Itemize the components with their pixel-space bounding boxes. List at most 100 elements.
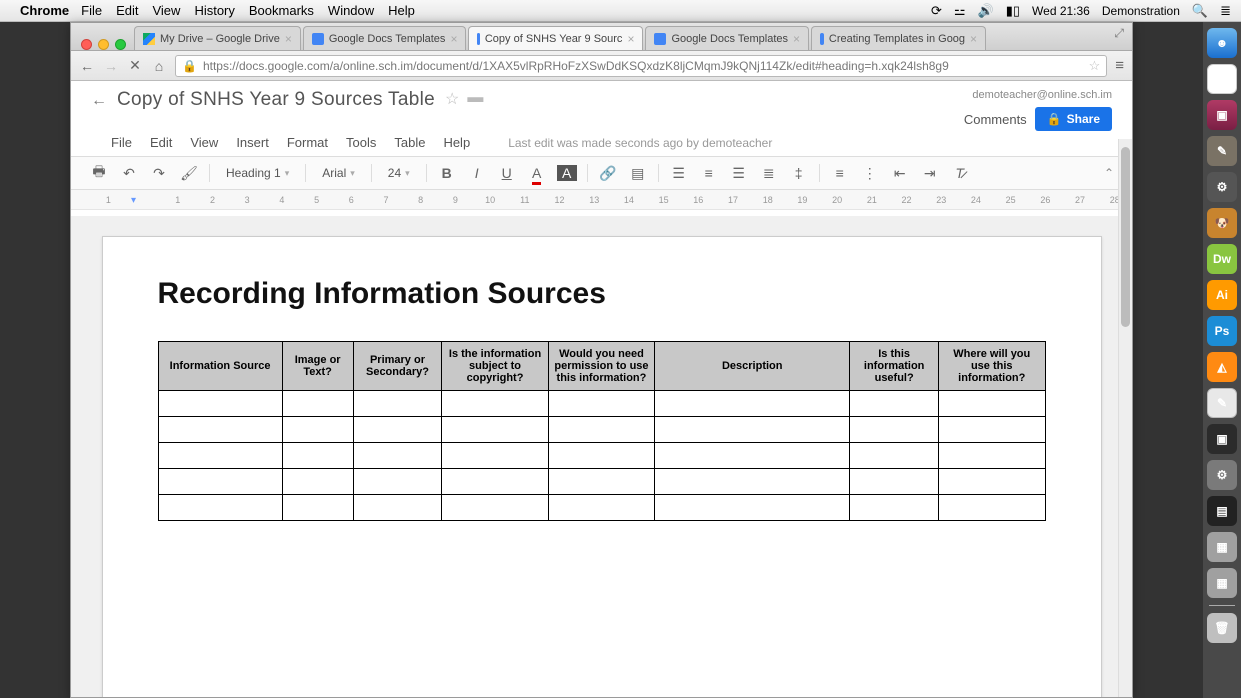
browser-tab[interactable]: Google Docs Templates× [303,26,467,50]
table-cell[interactable] [282,443,353,469]
page-heading[interactable]: Recording Information Sources [158,277,1046,311]
move-folder-icon[interactable]: ▬ [467,89,483,107]
dock-illustrator-icon[interactable]: Ai [1207,280,1237,310]
table-header-cell[interactable]: Primary or Secondary? [353,342,442,391]
redo-button[interactable]: ↷ [149,165,169,182]
star-document-icon[interactable]: ☆ [445,89,459,109]
wifi-icon[interactable]: ⚍ [954,3,966,19]
table-cell[interactable] [158,417,282,443]
table-cell[interactable] [939,443,1046,469]
align-left-button[interactable]: ☰ [669,165,689,182]
table-cell[interactable] [442,495,548,521]
docs-back-arrow-icon[interactable]: ← [91,92,107,110]
paint-format-button[interactable]: 🖌 [179,165,199,182]
table-cell[interactable] [353,495,442,521]
font-size-select[interactable]: 24▾ [382,164,416,182]
docs-menu-view[interactable]: View [190,135,218,150]
table-row[interactable] [158,469,1045,495]
scrollbar-thumb[interactable] [1121,147,1130,327]
dock-trash-icon[interactable]: 🗑 [1207,613,1237,643]
table-cell[interactable] [655,495,850,521]
document-canvas[interactable]: Recording Information Sources Informatio… [71,216,1132,697]
table-cell[interactable] [850,417,939,443]
docs-menu-table[interactable]: Table [394,135,425,150]
table-header-cell[interactable]: Is this information useful? [850,342,939,391]
bold-button[interactable]: B [437,165,457,181]
zoom-window-button[interactable] [115,39,126,50]
italic-button[interactable]: I [467,165,487,181]
table-row[interactable] [158,495,1045,521]
dock-textedit-icon[interactable]: ✎ [1207,388,1237,418]
table-cell[interactable] [850,469,939,495]
browser-tab-active[interactable]: Copy of SNHS Year 9 Sourc× [468,26,643,50]
insert-link-button[interactable]: 🔗 [598,165,618,182]
chrome-menu-icon[interactable]: ≡ [1115,57,1124,74]
table-cell[interactable] [655,417,850,443]
clear-formatting-button[interactable]: T̷ [950,165,970,181]
sync-icon[interactable]: ⟳ [931,3,942,19]
docs-menu-format[interactable]: Format [287,135,328,150]
table-cell[interactable] [442,391,548,417]
last-edit-status[interactable]: Last edit was made seconds ago by demote… [508,136,772,150]
dock-app-icon[interactable]: ▦ [1207,568,1237,598]
table-cell[interactable] [850,391,939,417]
dock-photoshop-icon[interactable]: Ps [1207,316,1237,346]
sources-table[interactable]: Information SourceImage or Text?Primary … [158,341,1046,521]
table-header-cell[interactable]: Would you need permission to use this in… [548,342,654,391]
stop-reload-button[interactable]: ✕ [127,57,143,74]
dock-dreamweaver-icon[interactable]: Dw [1207,244,1237,274]
insert-comment-button[interactable]: ▤ [628,165,648,182]
table-cell[interactable] [353,469,442,495]
table-row[interactable] [158,443,1045,469]
table-cell[interactable] [353,443,442,469]
close-window-button[interactable] [81,39,92,50]
comments-button[interactable]: Comments [964,112,1027,127]
table-header-cell[interactable]: Is the information subject to copyright? [442,342,548,391]
dock-app-icon[interactable]: ⚙ [1207,172,1237,202]
spotlight-icon[interactable]: 🔍 [1192,3,1208,19]
table-cell[interactable] [158,469,282,495]
user-email[interactable]: demoteacher@online.sch.im [964,89,1112,101]
highlight-color-button[interactable]: A [557,165,577,181]
table-cell[interactable] [655,391,850,417]
dock-openoffice-icon[interactable]: ▣ [1207,100,1237,130]
browser-tab[interactable]: Google Docs Templates× [645,26,809,50]
docs-menu-file[interactable]: File [111,135,132,150]
close-tab-icon[interactable]: × [970,32,977,46]
table-cell[interactable] [282,391,353,417]
collapse-toolbar-icon[interactable]: ⌃ [1104,166,1114,180]
close-tab-icon[interactable]: × [450,32,457,46]
table-cell[interactable] [548,443,654,469]
align-right-button[interactable]: ☰ [729,165,749,182]
underline-button[interactable]: U [497,165,517,181]
table-header-cell[interactable]: Description [655,342,850,391]
dock-preferences-icon[interactable]: ⚙ [1207,460,1237,490]
docs-menu-edit[interactable]: Edit [150,135,172,150]
dock-blender-icon[interactable]: ◭ [1207,352,1237,382]
align-justify-button[interactable]: ≣ [759,165,779,182]
text-color-button[interactable]: A [527,165,547,181]
volume-icon[interactable]: 🔊 [978,3,994,19]
dock-activity-monitor-icon[interactable]: ▤ [1207,496,1237,526]
table-cell[interactable] [548,391,654,417]
table-cell[interactable] [655,469,850,495]
table-header-cell[interactable]: Image or Text? [282,342,353,391]
home-button[interactable]: ⌂ [151,58,167,74]
vertical-scrollbar[interactable] [1118,139,1132,697]
table-cell[interactable] [548,495,654,521]
docs-menu-tools[interactable]: Tools [346,135,376,150]
table-cell[interactable] [158,391,282,417]
app-name[interactable]: Chrome [20,3,69,18]
table-cell[interactable] [939,469,1046,495]
table-cell[interactable] [158,495,282,521]
table-cell[interactable] [282,417,353,443]
table-cell[interactable] [282,495,353,521]
table-cell[interactable] [353,391,442,417]
font-family-select[interactable]: Arial▾ [316,164,361,182]
increase-indent-button[interactable]: ⇥ [920,165,940,182]
horizontal-ruler[interactable]: ▾ 11234567891011121314151617181920212223… [71,190,1132,210]
dock-chrome-icon[interactable]: ◉ [1207,64,1237,94]
table-cell[interactable] [442,417,548,443]
close-tab-icon[interactable]: × [627,32,634,46]
table-cell[interactable] [282,469,353,495]
